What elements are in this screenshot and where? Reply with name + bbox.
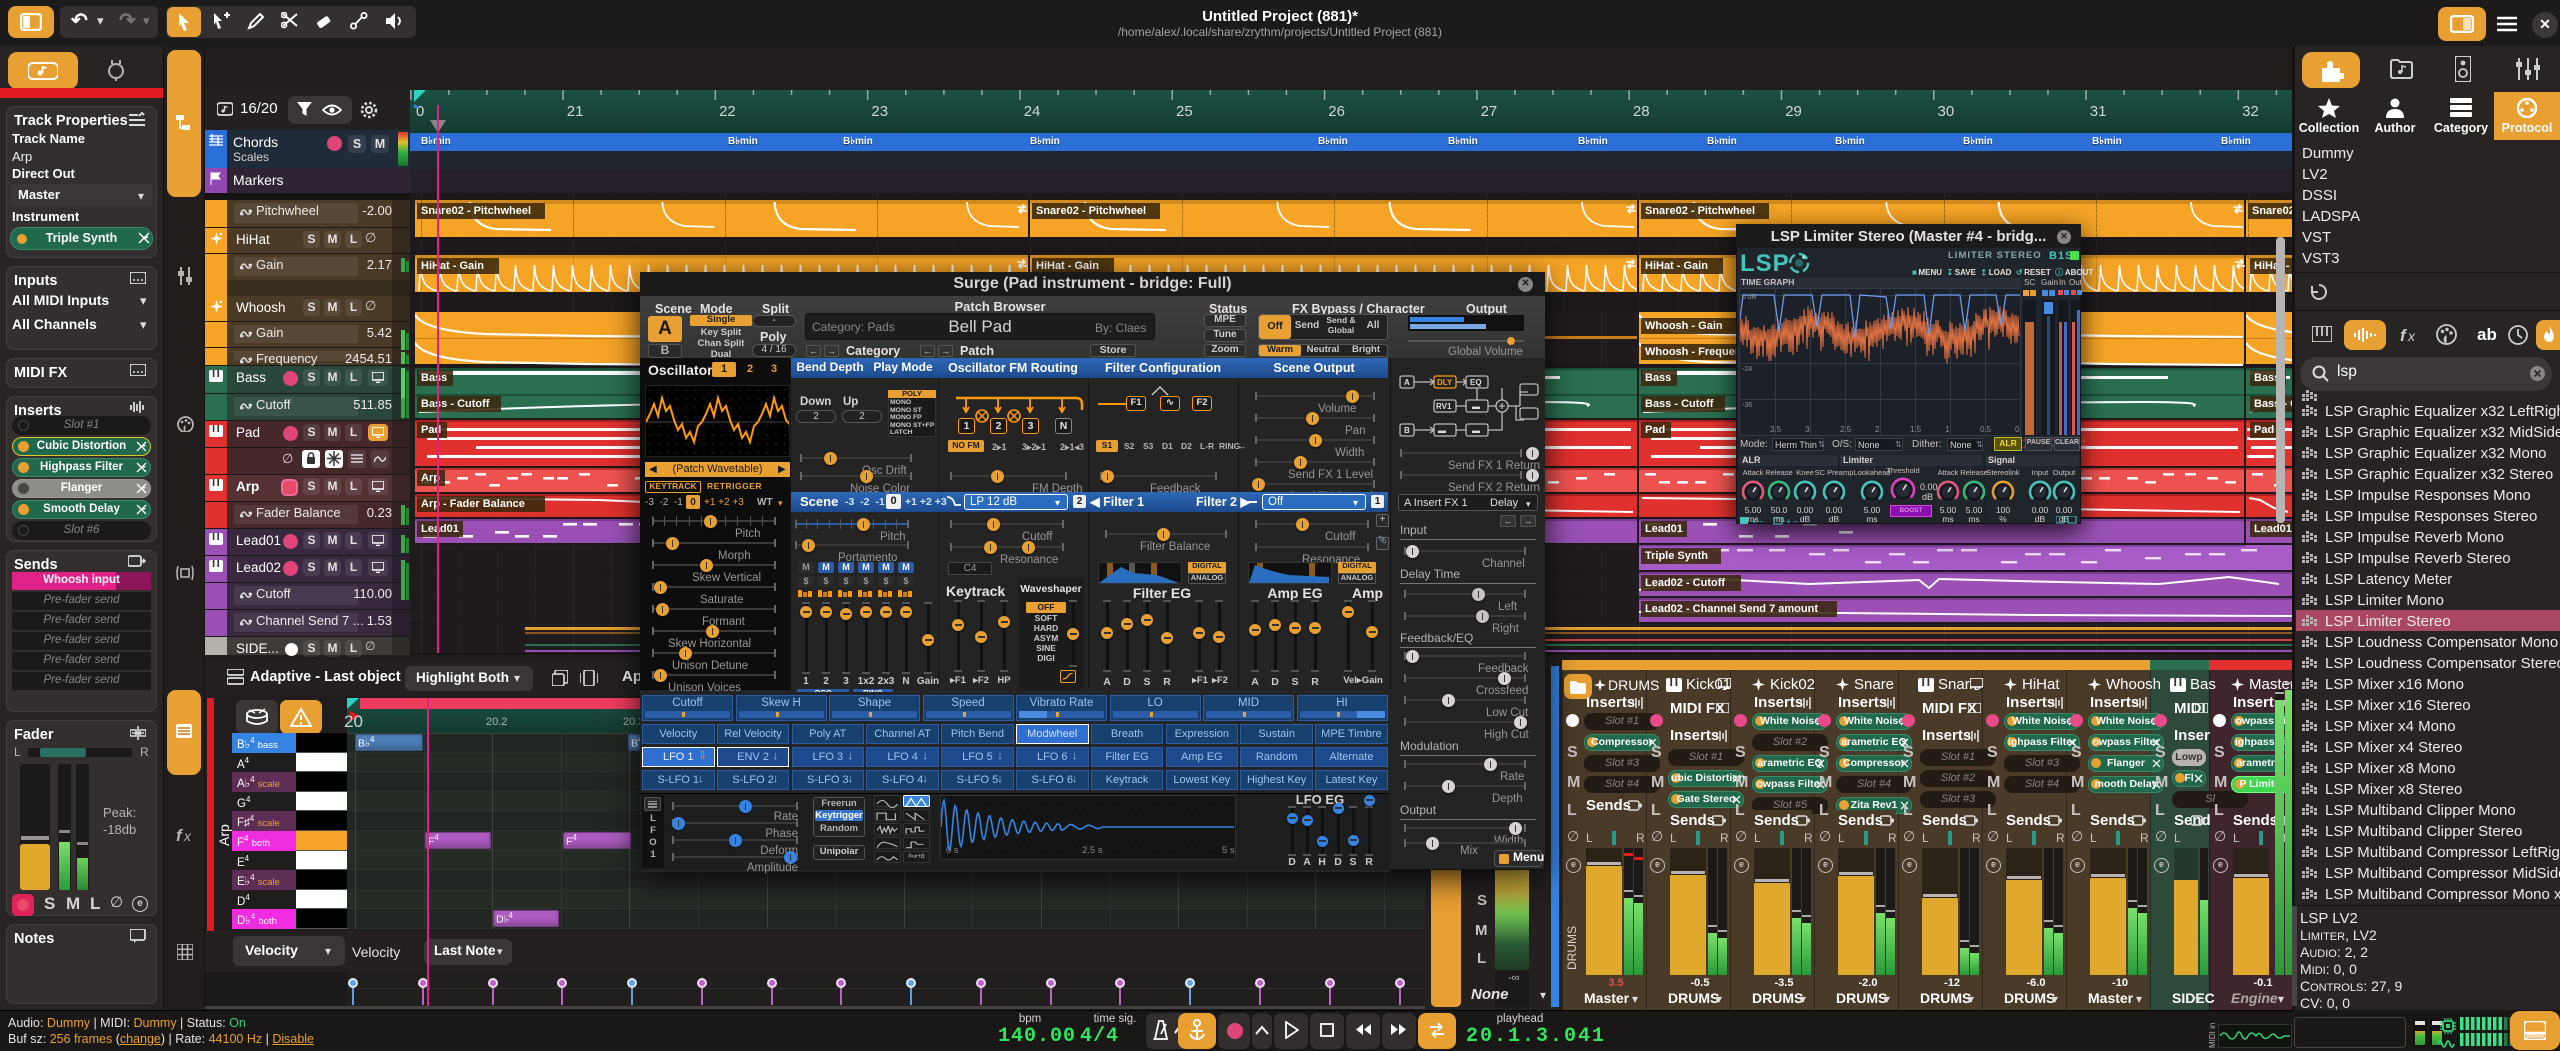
- svg-text:3: 3: [1805, 425, 1810, 434]
- svg-text:B: B: [1404, 426, 1410, 435]
- svg-text:▬: ▬: [1438, 426, 1446, 435]
- svg-text:+ −: + −: [1752, 517, 1764, 525]
- svg-text:2.5: 2.5: [1840, 425, 1852, 434]
- svg-text:-24: -24: [1742, 366, 1752, 373]
- svg-text:-36: -36: [1742, 402, 1752, 409]
- svg-text:DLY: DLY: [1437, 378, 1453, 387]
- svg-text:3.5: 3.5: [1770, 425, 1782, 434]
- svg-text:0.5: 0.5: [1980, 425, 1992, 434]
- svg-text:1.5: 1.5: [1910, 425, 1922, 434]
- svg-text:▬: ▬: [1472, 402, 1480, 411]
- svg-text:EQ: EQ: [1470, 378, 1482, 387]
- svg-text:1: 1: [1945, 425, 1950, 434]
- svg-text:+ −: + −: [1786, 517, 1798, 525]
- svg-text:RV1: RV1: [1436, 402, 1452, 411]
- svg-text:0: 0: [2015, 425, 2020, 434]
- svg-text:A: A: [1404, 378, 1410, 387]
- svg-text:0 dB: 0 dB: [1742, 294, 1757, 301]
- svg-text:▬: ▬: [1472, 426, 1480, 435]
- svg-text:2: 2: [1875, 425, 1880, 434]
